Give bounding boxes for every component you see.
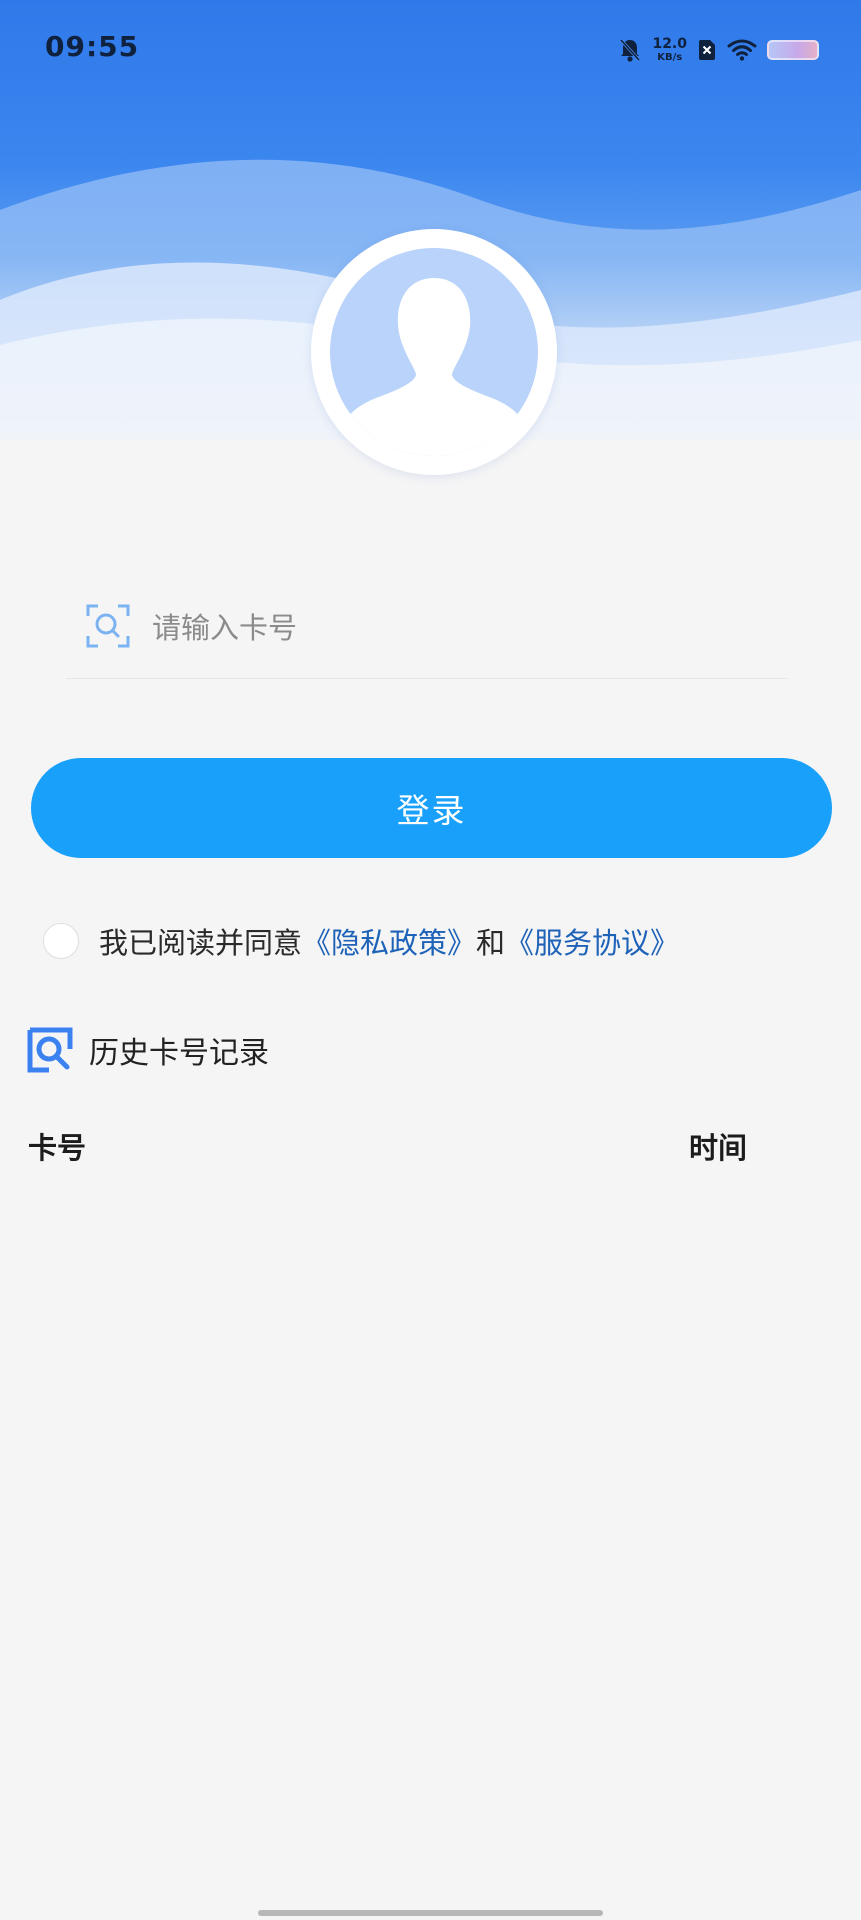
status-bar: 09:55 12.0 KB/s bbox=[0, 0, 861, 100]
network-speed: 12.0 KB/s bbox=[652, 37, 687, 63]
agreement-checkbox[interactable] bbox=[43, 923, 79, 959]
avatar-placeholder bbox=[330, 248, 538, 456]
scan-icon[interactable] bbox=[84, 602, 132, 650]
home-indicator[interactable] bbox=[258, 1910, 603, 1916]
status-icons: 12.0 KB/s bbox=[618, 34, 819, 66]
login-button[interactable]: 登录 bbox=[31, 758, 832, 858]
status-time: 09:55 bbox=[45, 30, 140, 63]
service-agreement-link[interactable]: 《服务协议》 bbox=[505, 920, 679, 962]
history-search-icon bbox=[27, 1027, 73, 1073]
history-title: 历史卡号记录 bbox=[89, 1036, 269, 1071]
history-header: 历史卡号记录 bbox=[27, 1026, 269, 1074]
network-speed-value: 12.0 bbox=[652, 36, 687, 52]
agreement-prefix: 我已阅读并同意 bbox=[99, 926, 303, 960]
bell-muted-icon bbox=[620, 38, 641, 62]
card-number-input[interactable] bbox=[150, 604, 774, 652]
card-number-field bbox=[66, 584, 788, 679]
privacy-policy-link[interactable]: 《隐私政策》 bbox=[302, 920, 476, 962]
user-silhouette-icon bbox=[338, 278, 530, 456]
history-column-time: 时间 bbox=[689, 1131, 748, 1165]
avatar bbox=[311, 229, 557, 475]
network-speed-unit: KB/s bbox=[657, 52, 683, 63]
agreement-conjunction: 和 bbox=[476, 926, 506, 960]
wifi-icon bbox=[727, 39, 757, 61]
agreement-row: 我已阅读并同意 《隐私政策》 和 《服务协议》 bbox=[43, 916, 679, 966]
battery-icon bbox=[767, 40, 819, 60]
sim-x-icon bbox=[699, 40, 715, 60]
history-column-card: 卡号 bbox=[28, 1131, 87, 1165]
